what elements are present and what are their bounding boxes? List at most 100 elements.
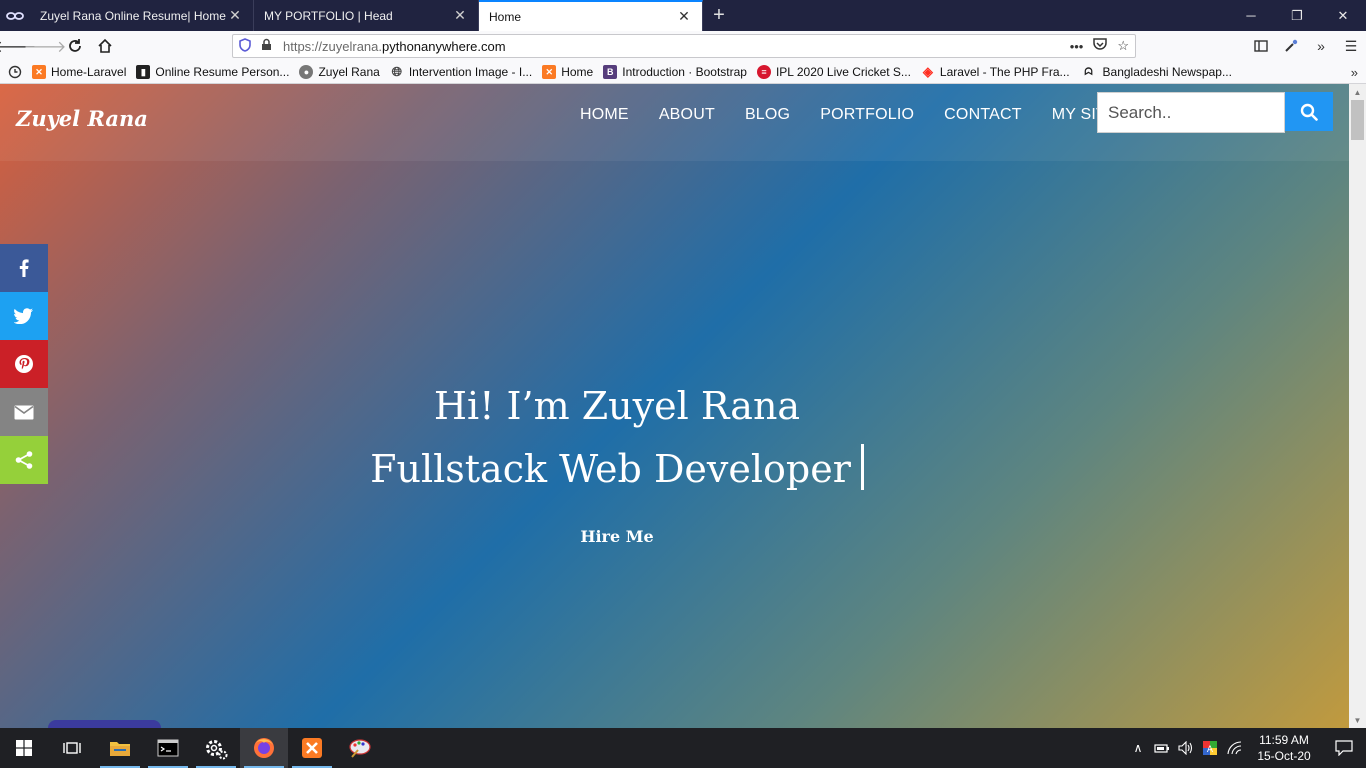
bookmark-home[interactable]: ✕ Home: [537, 61, 598, 83]
system-tray: ∧ A 11:59 AM 15-Oct-20: [1126, 728, 1366, 768]
bookmark-laravel[interactable]: ◈ Laravel - The PHP Fra...: [916, 61, 1075, 83]
nav-blog[interactable]: BLOG: [730, 106, 805, 128]
reload-icon[interactable]: [60, 32, 90, 60]
hire-me-button[interactable]: Hire Me: [0, 527, 1234, 546]
svg-text:A: A: [1207, 745, 1214, 755]
clock-time: 11:59 AM: [1259, 733, 1309, 747]
facebook-share-button[interactable]: [0, 244, 48, 292]
restore-icon[interactable]: ❐: [1274, 0, 1320, 31]
close-icon[interactable]: ✕: [227, 7, 243, 24]
language-icon[interactable]: A: [1198, 741, 1222, 755]
overflow-chevron-icon[interactable]: »: [1306, 32, 1336, 60]
pinterest-icon: [15, 355, 33, 373]
bookmark-bangladeshi-newspaper[interactable]: ᗣ Bangladeshi Newspap...: [1075, 61, 1237, 83]
email-icon: [14, 405, 34, 419]
bookmark-home-laravel[interactable]: ✕ Home-Laravel: [27, 61, 131, 83]
lock-icon[interactable]: [261, 38, 283, 54]
hero-title: Fullstack Web Developer: [0, 444, 1234, 491]
site-header: Zuyel Rana HOME ABOUT BLOG PORTFOLIO CON…: [0, 84, 1349, 161]
scroll-up-icon[interactable]: ▲: [1349, 84, 1366, 100]
bookmarks-toolbar: ✕ Home-Laravel ▮ Online Resume Person...…: [0, 61, 1366, 84]
address-bar[interactable]: https://zuyelrana. pythonanywhere.com •••…: [232, 34, 1136, 58]
search-button[interactable]: [1285, 92, 1333, 131]
bookmark-ipl-cricket[interactable]: ≡ IPL 2020 Live Cricket S...: [752, 61, 916, 83]
share-icon: [15, 451, 33, 469]
taskbar-xampp[interactable]: [288, 728, 336, 768]
xampp-icon: ✕: [32, 65, 46, 79]
pocket-icon[interactable]: [1093, 38, 1108, 54]
tracking-shield-icon[interactable]: [239, 37, 261, 55]
bookmark-label: Home: [561, 65, 594, 79]
bookmark-online-resume[interactable]: ▮ Online Resume Person...: [131, 61, 294, 83]
tab-resume-home[interactable]: Zuyel Rana Online Resume| Home ✕: [30, 0, 254, 31]
task-view-button[interactable]: [48, 728, 96, 768]
generic-share-button[interactable]: [0, 436, 48, 484]
new-tab-button[interactable]: +: [703, 0, 735, 31]
site-nav: HOME ABOUT BLOG PORTFOLIO CONTACT MY SIT…: [565, 106, 1132, 128]
hero-role: Fullstack Web Developer: [370, 447, 851, 491]
pinterest-share-button[interactable]: [0, 340, 48, 388]
tab-home[interactable]: Home ✕: [479, 0, 703, 31]
bookmark-bootstrap[interactable]: B Introduction · Bootstrap: [598, 61, 752, 83]
nav-portfolio[interactable]: PORTFOLIO: [805, 106, 929, 128]
typing-caret: [860, 444, 864, 490]
bookmarks-overflow-icon[interactable]: »: [1351, 61, 1358, 84]
bookmark-intervention-image[interactable]: 🌐︎ Intervention Image - I...: [385, 61, 537, 83]
page-scrollbar[interactable]: ▲ ▼: [1349, 84, 1366, 728]
book-icon: ▮: [136, 65, 151, 79]
forward-icon[interactable]: 🡒: [24, 32, 67, 60]
bookmark-star-icon[interactable]: ☆: [1117, 38, 1129, 54]
cricket-icon: ≡: [756, 65, 771, 79]
search-input[interactable]: [1097, 92, 1285, 133]
eyedropper-icon[interactable]: [1276, 32, 1306, 60]
folder-icon: [110, 742, 130, 756]
nav-home[interactable]: HOME: [565, 106, 644, 128]
scrollbar-thumb[interactable]: [1351, 100, 1364, 140]
xampp-icon: [302, 738, 322, 758]
firefox-icon: [254, 738, 274, 758]
taskbar-clock[interactable]: 11:59 AM 15-Oct-20: [1246, 732, 1322, 764]
taskbar-firefox[interactable]: [240, 728, 288, 768]
scroll-down-icon[interactable]: ▼: [1349, 712, 1366, 728]
nav-about[interactable]: ABOUT: [644, 106, 730, 128]
bootstrap-icon: B: [603, 65, 618, 79]
twitter-icon: [14, 308, 33, 324]
taskbar-terminal[interactable]: [144, 728, 192, 768]
sidebar-icon[interactable]: [1246, 32, 1276, 60]
bookmark-label: Intervention Image - I...: [408, 65, 533, 79]
task-view-icon: [63, 742, 81, 754]
close-icon[interactable]: ✕: [452, 7, 468, 24]
wifi-icon[interactable]: [1222, 741, 1246, 755]
minimize-icon[interactable]: ─: [1228, 0, 1274, 31]
battery-icon[interactable]: [1150, 742, 1174, 754]
action-center-icon[interactable]: [1322, 740, 1366, 756]
tab-title: Zuyel Rana Online Resume| Home: [40, 8, 226, 23]
nav-contact[interactable]: CONTACT: [929, 106, 1037, 128]
url-host: pythonanywhere.com: [382, 38, 506, 54]
history-icon[interactable]: [0, 61, 27, 83]
twitter-share-button[interactable]: [0, 292, 48, 340]
bookmark-label: Home-Laravel: [51, 65, 127, 79]
window-close-icon[interactable]: ✕: [1320, 0, 1366, 31]
hamburger-menu-icon[interactable]: ☰: [1336, 32, 1366, 60]
browser-tab-strip: Zuyel Rana Online Resume| Home ✕ MY PORT…: [0, 0, 1366, 31]
bookmark-zuyel-rana[interactable]: ● Zuyel Rana: [294, 61, 384, 83]
bookmark-label: Online Resume Person...: [155, 65, 290, 79]
email-share-button[interactable]: [0, 388, 48, 436]
tab-portfolio-head[interactable]: MY PORTFOLIO | Head ✕: [254, 0, 479, 31]
url-prefix: https://zuyelrana.: [283, 38, 382, 54]
close-icon[interactable]: ✕: [676, 8, 692, 25]
social-share-bar: [0, 244, 48, 484]
chat-widget-tab[interactable]: [48, 720, 161, 728]
tab-title: MY PORTFOLIO | Head: [264, 8, 393, 23]
taskbar-paint-app[interactable]: [336, 728, 384, 768]
site-logo[interactable]: Zuyel Rana: [16, 106, 148, 131]
show-hidden-icons-chevron-icon[interactable]: ∧: [1126, 741, 1150, 755]
taskbar-settings[interactable]: [192, 728, 240, 768]
home-icon[interactable]: [90, 32, 120, 60]
volume-icon[interactable]: [1174, 741, 1198, 755]
laravel-icon: ◈: [922, 64, 933, 79]
start-button[interactable]: [0, 728, 48, 768]
taskbar-file-explorer[interactable]: [96, 728, 144, 768]
page-actions-icon[interactable]: •••: [1070, 39, 1084, 54]
